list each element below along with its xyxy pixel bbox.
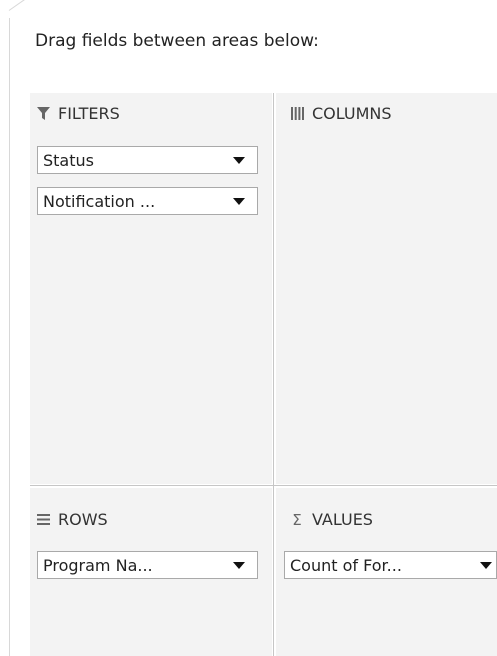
pane-left-edge bbox=[9, 18, 10, 656]
columns-area[interactable] bbox=[276, 93, 497, 484]
filters-title: FILTERS bbox=[58, 104, 120, 123]
pane-edge-corner bbox=[8, 0, 34, 11]
field-label: Count of For... bbox=[290, 555, 402, 575]
columns-icon bbox=[290, 107, 304, 121]
dropdown-arrow-icon[interactable] bbox=[233, 156, 245, 164]
rows-field-program-name[interactable]: Program Na... bbox=[37, 551, 258, 579]
sigma-icon: Σ bbox=[292, 510, 302, 529]
columns-title: COLUMNS bbox=[312, 104, 392, 123]
dropdown-arrow-icon[interactable] bbox=[233, 561, 245, 569]
area-horizontal-divider bbox=[30, 485, 497, 486]
field-label: Status bbox=[43, 150, 94, 170]
filter-field-notification[interactable]: Notification ... bbox=[37, 187, 258, 215]
rows-icon bbox=[36, 513, 50, 527]
field-label: Program Na... bbox=[43, 555, 153, 575]
field-label: Notification ... bbox=[43, 191, 156, 211]
values-field-count[interactable]: Count of For... bbox=[284, 551, 497, 579]
rows-title: ROWS bbox=[58, 510, 108, 529]
rows-header: ROWS bbox=[36, 510, 108, 529]
area-vertical-divider bbox=[273, 93, 274, 656]
filter-icon bbox=[36, 107, 50, 121]
values-header: Σ VALUES bbox=[290, 510, 373, 529]
columns-header: COLUMNS bbox=[290, 104, 392, 123]
filter-field-status[interactable]: Status bbox=[37, 146, 258, 174]
values-title: VALUES bbox=[312, 510, 373, 529]
dropdown-arrow-icon[interactable] bbox=[233, 197, 245, 205]
drag-instruction: Drag fields between areas below: bbox=[35, 31, 319, 51]
dropdown-arrow-icon[interactable] bbox=[480, 561, 492, 569]
filters-header: FILTERS bbox=[36, 104, 120, 123]
